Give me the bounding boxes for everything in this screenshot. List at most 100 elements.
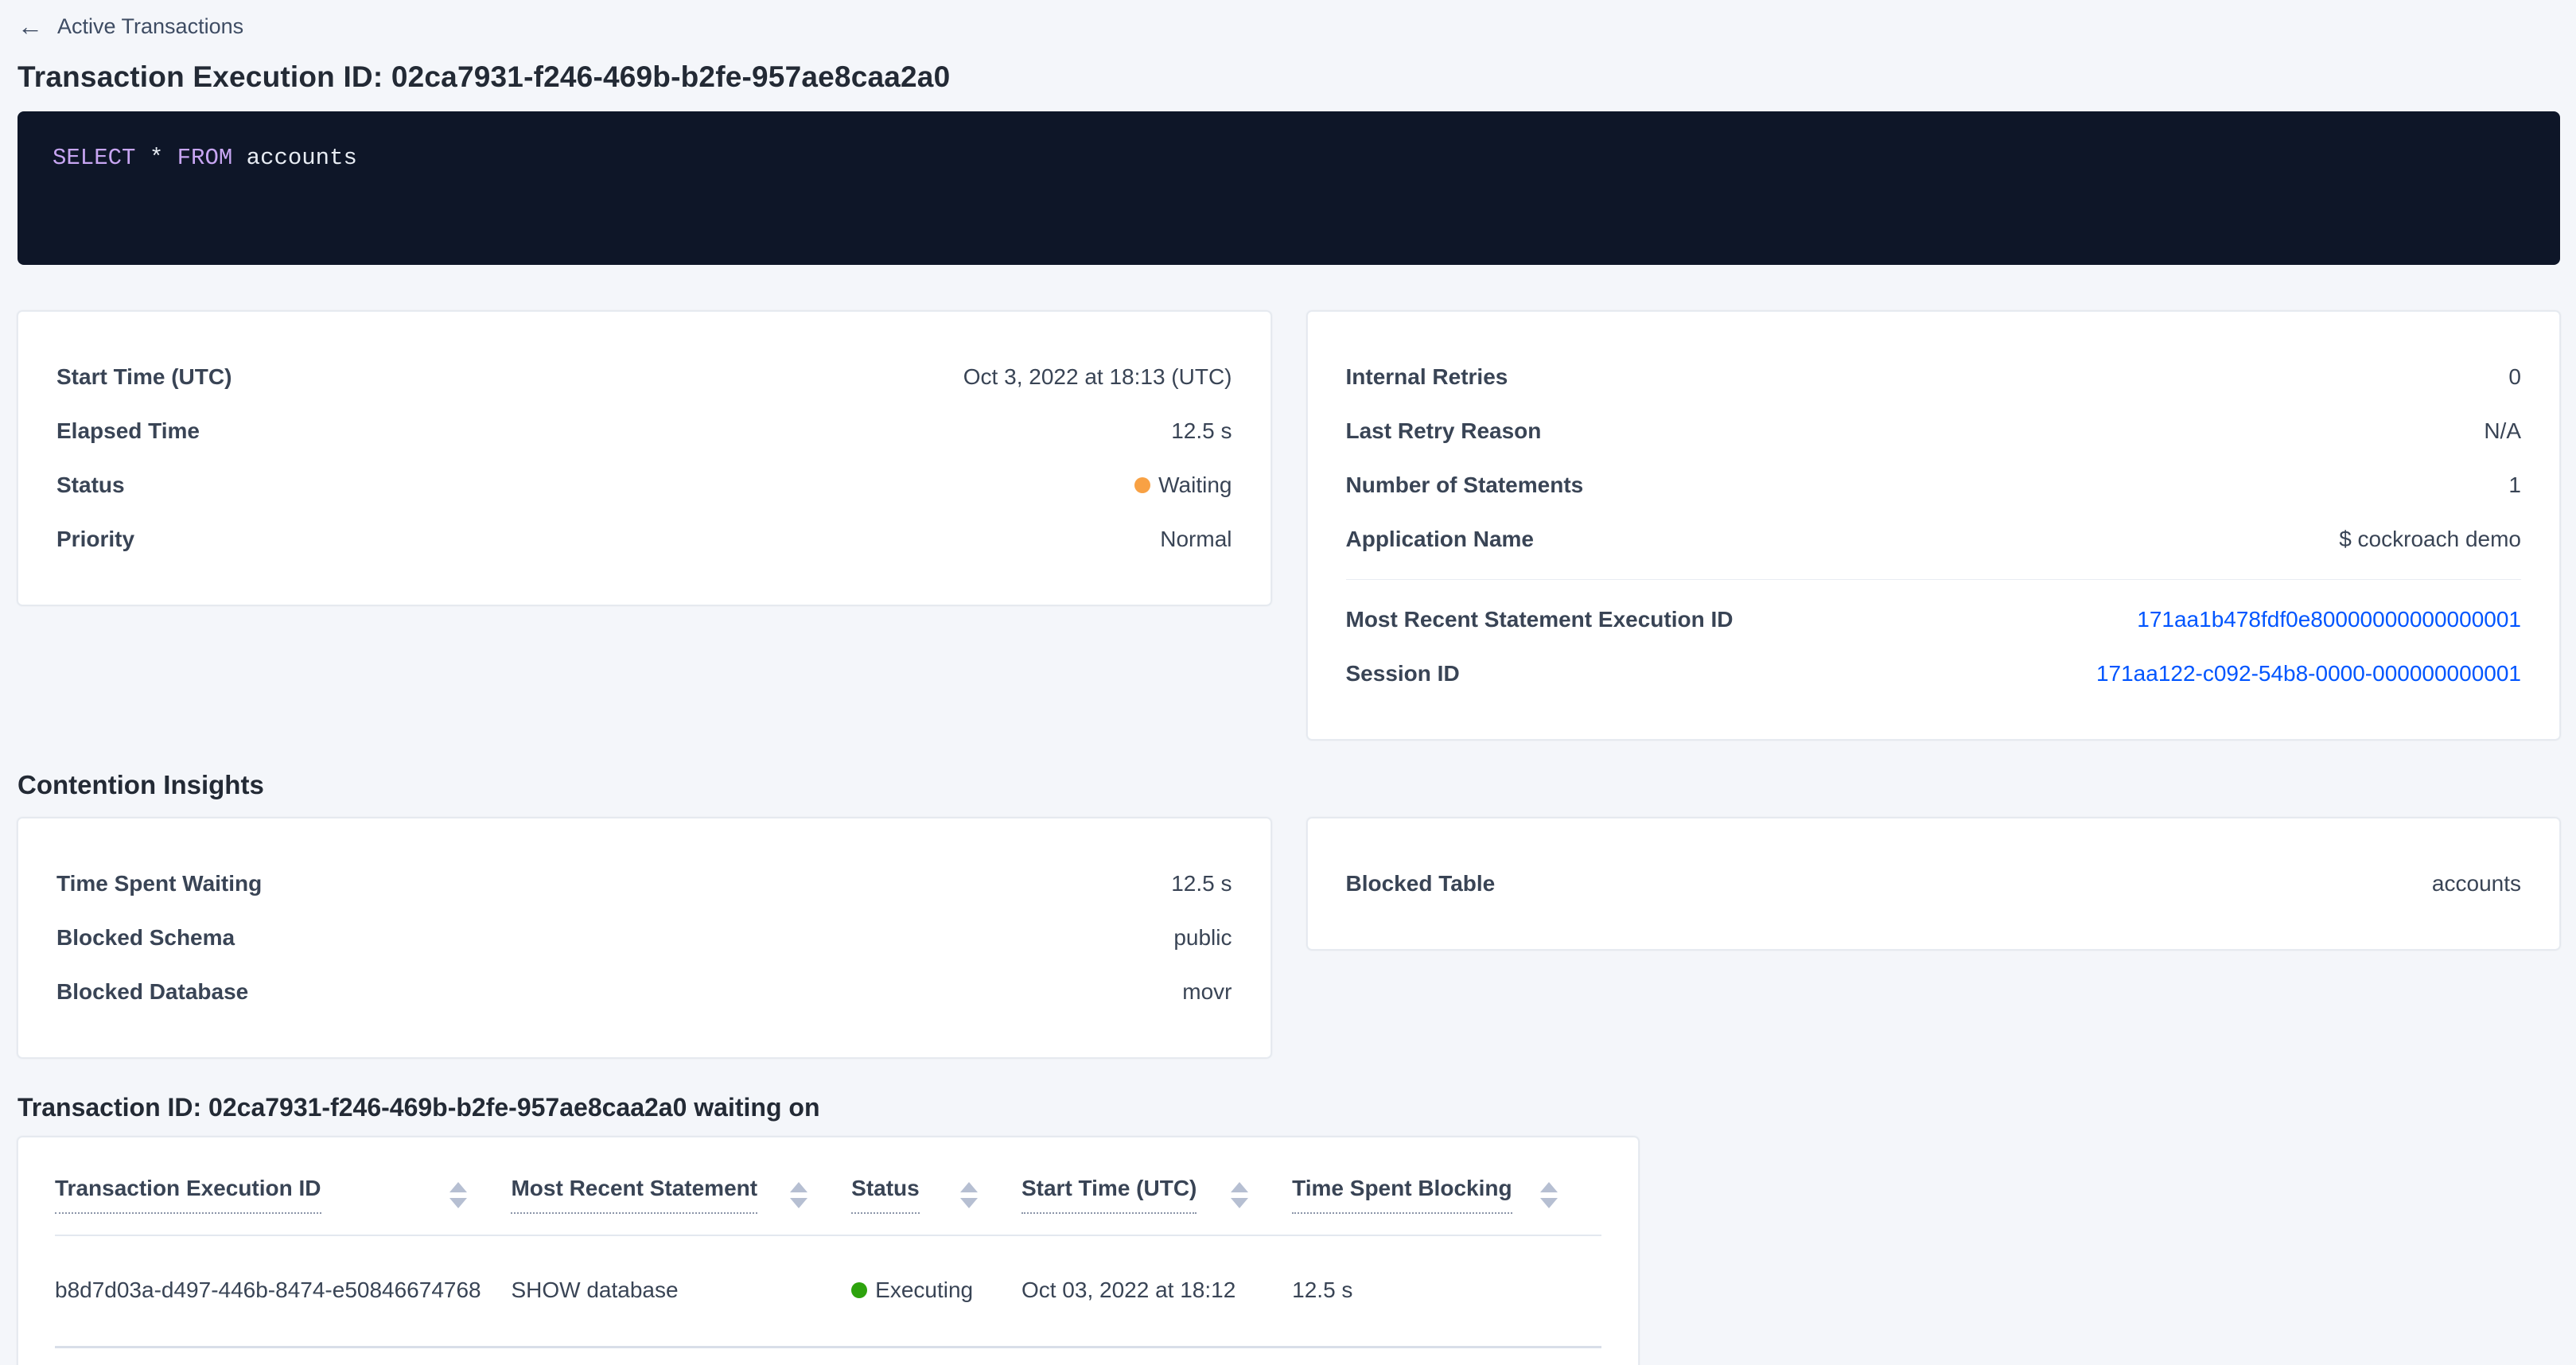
contention-left-card: Time Spent Waiting 12.5 s Blocked Schema… [18, 818, 1271, 1058]
info-row-blocked-schema: Blocked Schema public [56, 911, 1232, 965]
column-label: Start Time (UTC) [1021, 1176, 1197, 1214]
waiting-transactions-table: Transaction Execution ID Most Recent Sta… [55, 1139, 1601, 1348]
elapsed-time-value: 12.5 s [1171, 418, 1232, 444]
blocked-table-value: accounts [2432, 871, 2521, 896]
sql-star: * [150, 145, 163, 171]
executing-status-dot-icon [851, 1282, 867, 1298]
contention-insights-heading: Contention Insights [18, 770, 2560, 800]
statement-execution-id-link[interactable]: 171aa1b478fdf0e80000000000000001 [2137, 607, 2521, 632]
internal-retries-value: 0 [2508, 364, 2521, 390]
contention-right-card: Blocked Table accounts [1307, 818, 2561, 950]
info-row-last-retry-reason: Last Retry Reason N/A [1346, 404, 2522, 458]
waiting-status-dot-icon [1134, 477, 1150, 493]
overview-cards-row: Start Time (UTC) Oct 3, 2022 at 18:13 (U… [18, 311, 2560, 740]
application-name-label: Application Name [1346, 527, 1534, 552]
blocked-schema-label: Blocked Schema [56, 925, 235, 951]
info-row-application-name: Application Name $ cockroach demo [1346, 512, 2522, 566]
sort-up-icon[interactable] [1540, 1182, 1558, 1192]
number-of-statements-label: Number of Statements [1346, 472, 1584, 498]
info-row-blocked-database: Blocked Database movr [56, 965, 1232, 1019]
column-header-start-time: Start Time (UTC) [1021, 1139, 1292, 1235]
blocked-database-value: movr [1182, 979, 1232, 1005]
last-retry-reason-value: N/A [2484, 418, 2521, 444]
info-row-blocked-table: Blocked Table accounts [1346, 857, 2522, 911]
sort-arrows-icon[interactable] [449, 1182, 467, 1208]
sort-transaction-execution-id[interactable]: Transaction Execution ID [55, 1176, 511, 1214]
time-spent-waiting-value: 12.5 s [1171, 871, 1232, 896]
blocked-schema-value: public [1173, 925, 1232, 951]
sql-statement: SELECT * FROM accounts [53, 145, 357, 171]
blocked-table-label: Blocked Table [1346, 871, 1496, 896]
blocked-database-label: Blocked Database [56, 979, 248, 1005]
sql-table-name: accounts [247, 145, 357, 171]
last-retry-reason-label: Last Retry Reason [1346, 418, 1542, 444]
waiting-transactions-table-card: Transaction Execution ID Most Recent Sta… [18, 1137, 1639, 1365]
sort-arrows-icon[interactable] [1231, 1182, 1248, 1208]
info-row-start-time: Start Time (UTC) Oct 3, 2022 at 18:13 (U… [56, 350, 1232, 404]
overview-left-card: Start Time (UTC) Oct 3, 2022 at 18:13 (U… [18, 311, 1271, 605]
column-header-most-recent-statement: Most Recent Statement [511, 1139, 851, 1235]
cell-start-time: Oct 03, 2022 at 18:12 [1021, 1235, 1292, 1348]
info-row-status: Status Waiting [56, 458, 1232, 512]
sort-arrows-icon[interactable] [960, 1182, 978, 1208]
time-spent-waiting-label: Time Spent Waiting [56, 871, 262, 896]
sort-down-icon[interactable] [790, 1198, 807, 1208]
sort-time-spent-blocking[interactable]: Time Spent Blocking [1292, 1176, 1601, 1214]
sort-down-icon[interactable] [1231, 1198, 1248, 1208]
back-arrow-icon[interactable]: ← [18, 14, 43, 39]
column-header-transaction-execution-id: Transaction Execution ID [55, 1139, 511, 1235]
priority-value: Normal [1160, 527, 1232, 552]
back-link[interactable]: ← Active Transactions [18, 11, 2560, 41]
column-label: Status [851, 1176, 920, 1214]
column-header-status: Status [851, 1139, 1021, 1235]
column-label: Most Recent Statement [511, 1176, 757, 1214]
info-row-priority: Priority Normal [56, 512, 1232, 566]
start-time-value: Oct 3, 2022 at 18:13 (UTC) [963, 364, 1232, 390]
contention-cards-row: Time Spent Waiting 12.5 s Blocked Schema… [18, 818, 2560, 1058]
sql-keyword-select: SELECT [53, 145, 135, 171]
column-header-time-spent-blocking: Time Spent Blocking [1292, 1139, 1601, 1235]
info-row-session-id: Session ID 171aa122-c092-54b8-0000-00000… [1346, 647, 2522, 701]
status-badge: Waiting [1134, 472, 1232, 498]
info-row-number-of-statements: Number of Statements 1 [1346, 458, 2522, 512]
back-link-label[interactable]: Active Transactions [57, 14, 243, 39]
table-row: b8d7d03a-d497-446b-8474-e50846674768 SHO… [55, 1235, 1601, 1348]
number-of-statements-value: 1 [2508, 472, 2521, 498]
sort-most-recent-statement[interactable]: Most Recent Statement [511, 1176, 851, 1214]
cell-most-recent-statement: SHOW database [511, 1235, 851, 1348]
session-id-link[interactable]: 171aa122-c092-54b8-0000-000000000001 [2096, 661, 2521, 686]
start-time-label: Start Time (UTC) [56, 364, 232, 390]
sort-up-icon[interactable] [1231, 1182, 1248, 1192]
session-id-label: Session ID [1346, 661, 1460, 686]
waiting-on-heading: Transaction ID: 02ca7931-f246-469b-b2fe-… [18, 1093, 2560, 1122]
sort-up-icon[interactable] [960, 1182, 978, 1192]
sql-statement-box: SELECT * FROM accounts [18, 111, 2560, 265]
info-row-time-spent-waiting: Time Spent Waiting 12.5 s [56, 857, 1232, 911]
sort-down-icon[interactable] [449, 1198, 467, 1208]
column-label: Time Spent Blocking [1292, 1176, 1512, 1214]
sort-up-icon[interactable] [790, 1182, 807, 1192]
sort-start-time[interactable]: Start Time (UTC) [1021, 1176, 1292, 1214]
internal-retries-label: Internal Retries [1346, 364, 1508, 390]
elapsed-time-label: Elapsed Time [56, 418, 200, 444]
sort-down-icon[interactable] [1540, 1198, 1558, 1208]
sort-arrows-icon[interactable] [790, 1182, 807, 1208]
priority-label: Priority [56, 527, 134, 552]
sort-up-icon[interactable] [449, 1182, 467, 1192]
status-label: Status [56, 472, 125, 498]
application-name-value: $ cockroach demo [2339, 527, 2521, 552]
transaction-details-page: ← Active Transactions Transaction Execut… [0, 0, 2576, 1365]
info-row-elapsed-time: Elapsed Time 12.5 s [56, 404, 1232, 458]
status-badge: Executing [851, 1278, 1021, 1303]
info-row-internal-retries: Internal Retries 0 [1346, 350, 2522, 404]
cell-transaction-execution-id: b8d7d03a-d497-446b-8474-e50846674768 [55, 1235, 511, 1348]
sort-status[interactable]: Status [851, 1176, 1021, 1214]
sort-down-icon[interactable] [960, 1198, 978, 1208]
overview-right-card: Internal Retries 0 Last Retry Reason N/A… [1307, 311, 2561, 740]
card-divider [1346, 579, 2522, 580]
sql-keyword-from: FROM [177, 145, 233, 171]
row-status-value: Executing [875, 1278, 973, 1303]
column-label: Transaction Execution ID [55, 1176, 321, 1214]
cell-status: Executing [851, 1235, 1021, 1348]
sort-arrows-icon[interactable] [1540, 1182, 1558, 1208]
